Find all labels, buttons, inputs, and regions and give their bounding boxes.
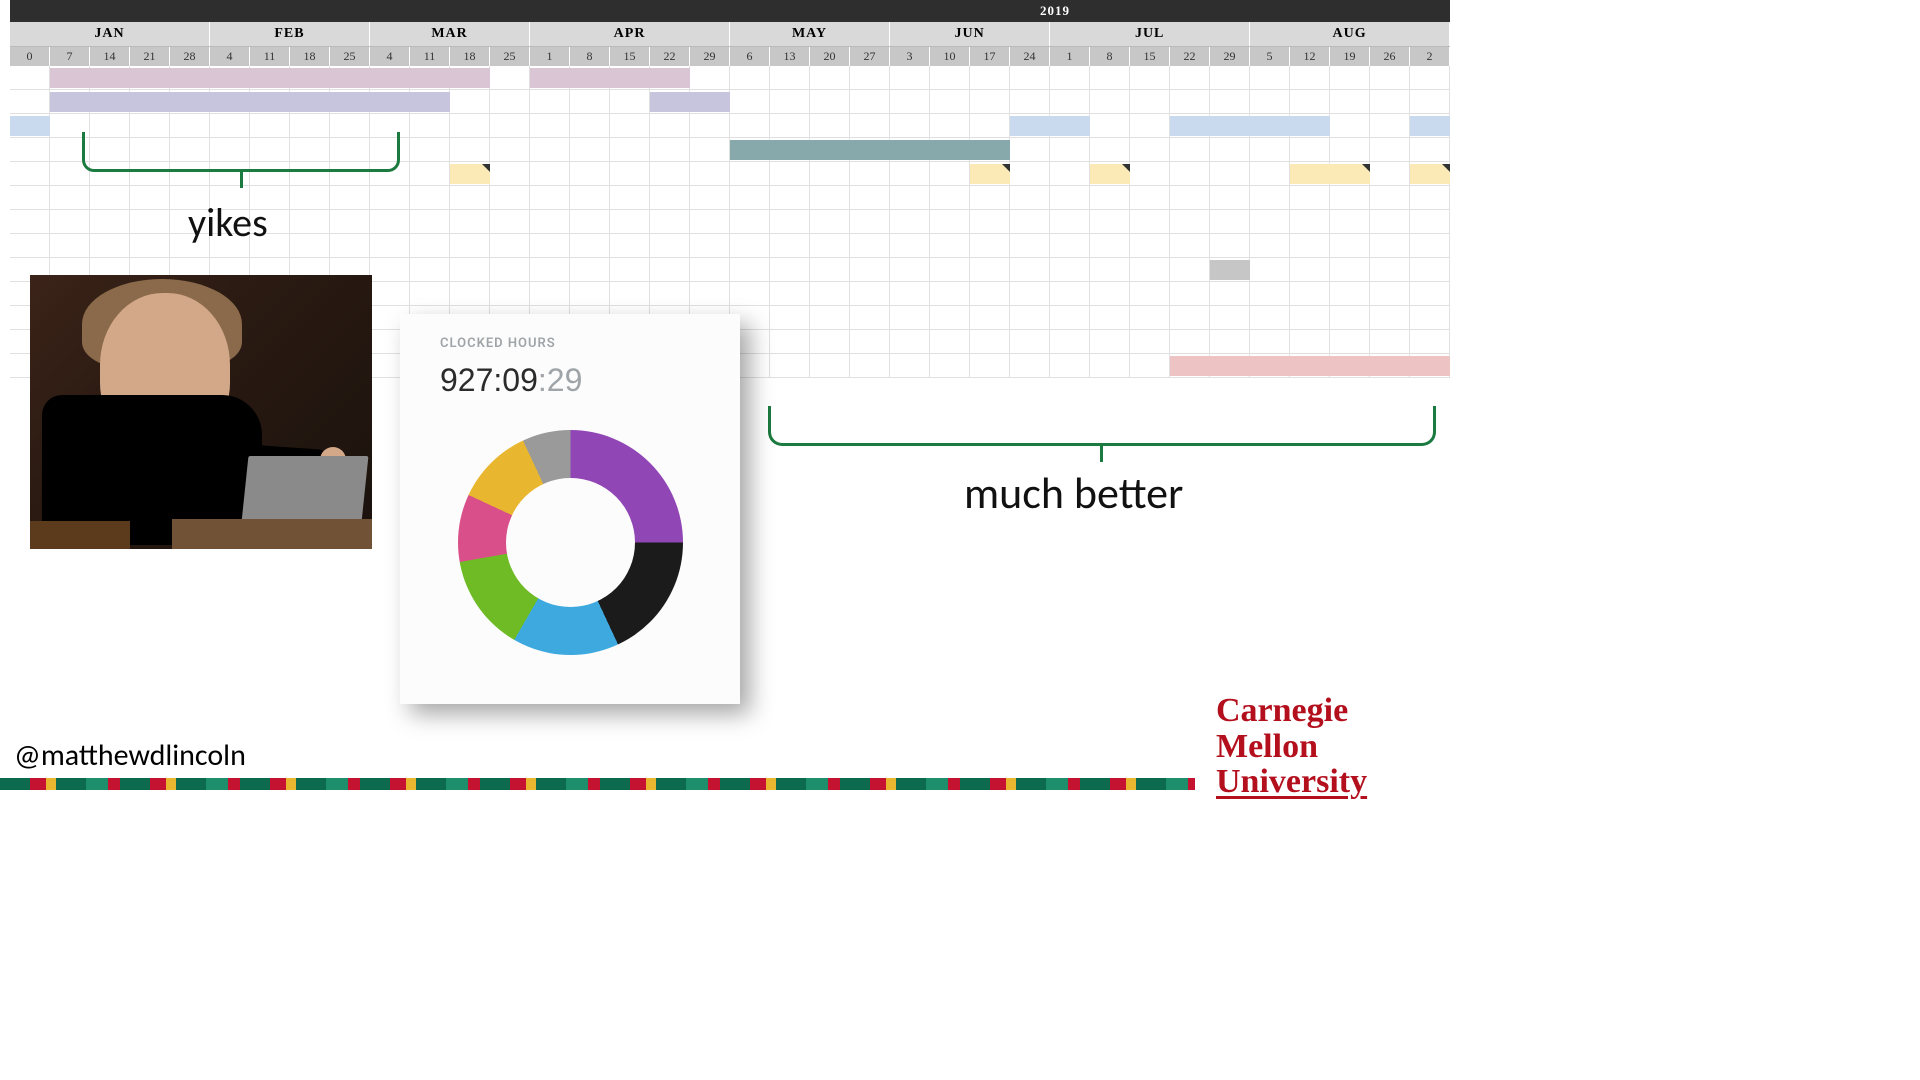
donut-chart [458,430,683,655]
bracket-left-tail [240,172,243,188]
clocked-hours-card: CLOCKED HOURS 927:09:29 [400,314,740,704]
week-cell: 8 [570,47,610,66]
week-cell: 4 [210,47,250,66]
hours-major: 927:09 [440,362,538,398]
week-cell: 13 [770,47,810,66]
week-cell: 22 [650,47,690,66]
gantt-bar [10,116,50,136]
gantt-bar [50,92,450,112]
week-cell: 20 [810,47,850,66]
week-cell: 2 [1410,47,1450,66]
week-cell: 10 [930,47,970,66]
week-cell: 26 [1370,47,1410,66]
twitter-handle: @matthewdlincoln [14,737,246,774]
week-cell: 3 [890,47,930,66]
annotation-much-better: much better [964,466,1183,520]
month-cell: FEB [210,22,370,46]
gantt-bar [1170,356,1450,376]
bracket-right [768,406,1436,446]
month-header-row: JANFEBMARAPRMAYJUNJULAUG [10,22,1450,47]
gantt-bar [50,68,490,88]
cmu-wordmark: Carnegie Mellon University [1216,693,1426,800]
week-cell: 18 [450,47,490,66]
week-cell: 25 [330,47,370,66]
week-header-row: 0714212841118254111825181522296132027310… [10,47,1450,66]
gantt-bar [730,140,1010,160]
week-cell: 15 [1130,47,1170,66]
week-cell: 24 [1010,47,1050,66]
week-cell: 22 [1170,47,1210,66]
clocked-hours-value: 927:09:29 [440,362,582,399]
cmu-line-3: University [1216,764,1426,800]
month-cell: JUL [1050,22,1250,46]
week-cell: 0 [10,47,50,66]
annotation-yikes: yikes [188,198,268,247]
week-cell: 11 [250,47,290,66]
week-cell: 27 [850,47,890,66]
gantt-bar [1410,164,1450,184]
gantt-bar [970,164,1010,184]
month-cell: MAR [370,22,530,46]
week-cell: 1 [1050,47,1090,66]
week-cell: 4 [370,47,410,66]
week-cell: 7 [50,47,90,66]
week-cell: 6 [730,47,770,66]
week-cell: 14 [90,47,130,66]
week-cell: 12 [1290,47,1330,66]
gantt-bar [450,164,490,184]
week-cell: 29 [690,47,730,66]
week-cell: 25 [490,47,530,66]
gantt-bar [1410,116,1450,136]
clocked-hours-label: CLOCKED HOURS [440,336,556,351]
bracket-right-tail [1100,446,1103,462]
gantt-bar [530,68,690,88]
month-cell: JAN [10,22,210,46]
year-header: 2019 [10,0,1450,22]
week-cell: 1 [530,47,570,66]
cmu-line-2: Mellon [1216,729,1426,765]
week-cell: 5 [1250,47,1290,66]
month-cell: AUG [1250,22,1450,46]
gantt-bar [1010,116,1090,136]
hours-minor: :29 [538,362,582,398]
gantt-bar [1090,164,1130,184]
week-cell: 8 [1090,47,1130,66]
month-cell: MAY [730,22,890,46]
year-label: 2019 [1040,3,1070,19]
week-cell: 18 [290,47,330,66]
tartan-ribbon [0,778,1195,790]
month-cell: APR [530,22,730,46]
slide-root: 2019 JANFEBMARAPRMAYJUNJULAUG 0714212841… [0,0,1450,820]
bracket-left [82,132,400,172]
gantt-bar [650,92,730,112]
week-cell: 29 [1210,47,1250,66]
month-cell: JUN [890,22,1050,46]
week-cell: 17 [970,47,1010,66]
cmu-line-1: Carnegie [1216,693,1426,729]
reaction-gif-placeholder [30,275,372,549]
gantt-bar [1290,164,1370,184]
week-cell: 28 [170,47,210,66]
week-cell: 19 [1330,47,1370,66]
gantt-bar [1210,260,1250,280]
week-cell: 21 [130,47,170,66]
week-cell: 11 [410,47,450,66]
gantt-bar [1170,116,1330,136]
week-cell: 15 [610,47,650,66]
